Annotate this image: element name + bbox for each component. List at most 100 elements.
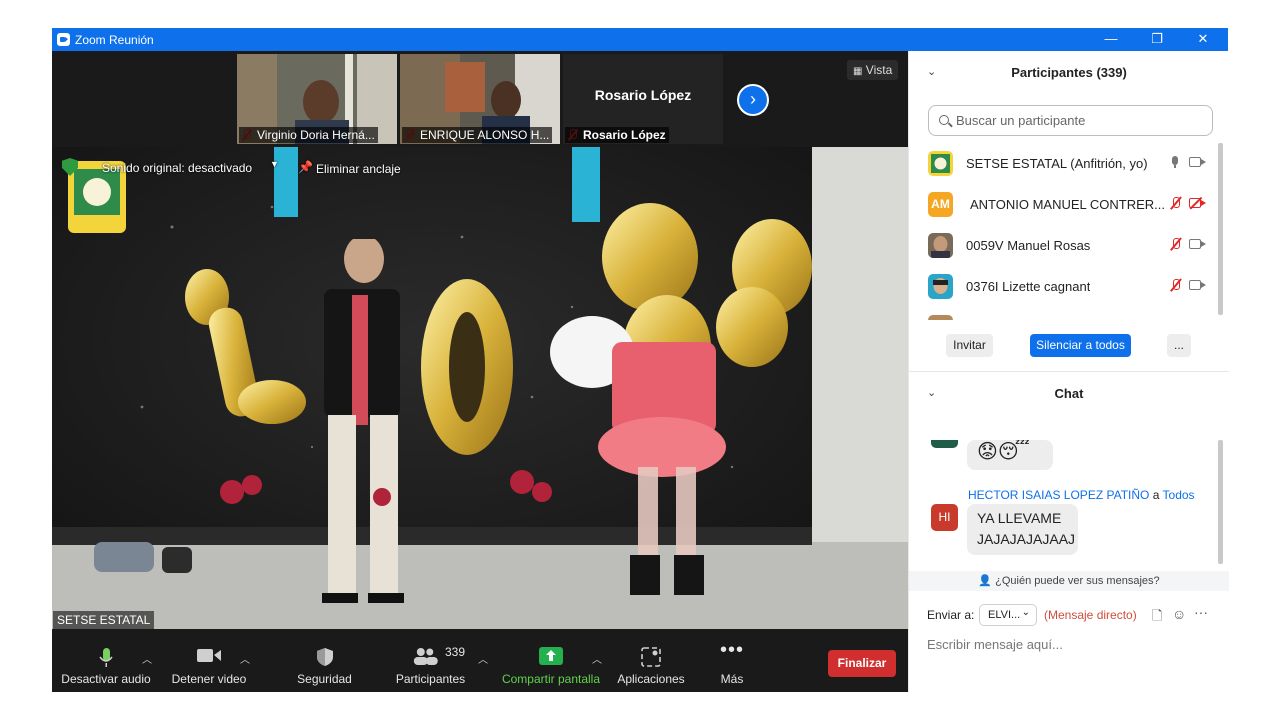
participant-row[interactable]	[909, 307, 1219, 320]
chat-sender-line: HECTOR ISAIAS LOPEZ PATIÑO a Todos	[968, 488, 1195, 502]
person-lock-icon: 👤	[978, 575, 993, 587]
apps-label: Aplicaciones	[617, 672, 685, 686]
muted-mic-icon[interactable]	[1169, 196, 1183, 210]
thumbnail-name-tile[interactable]: Rosario López Rosario López	[563, 54, 723, 144]
share-options-chevron-icon[interactable]: ︿	[592, 651, 602, 666]
more-button[interactable]: ••• Más	[707, 629, 757, 692]
participants-options-chevron-icon[interactable]: ︿	[478, 651, 488, 666]
participants-title: Participantes (339)	[1011, 65, 1127, 80]
participants-icon	[413, 648, 438, 665]
participant-list-scrollbar[interactable]	[1218, 143, 1223, 315]
avatar	[928, 151, 953, 176]
chat-message[interactable]: YA LLEVAME JAJAJAJAJAAJ	[967, 504, 1078, 555]
chat-messages: 😟😴 HECTOR ISAIAS LOPEZ PATIÑO a Todos HI…	[909, 440, 1229, 560]
chat-scrollbar[interactable]	[1218, 440, 1223, 564]
share-screen-button[interactable]: Compartir pantalla	[498, 629, 604, 692]
share-screen-label: Compartir pantalla	[501, 672, 601, 686]
participant-row[interactable]: SETSE ESTATAL (Anfitrión, yo)	[909, 143, 1219, 184]
muted-mic-icon[interactable]	[1169, 237, 1183, 251]
chat-recipient[interactable]: Todos	[1163, 488, 1195, 502]
chat-avatar: HI	[931, 504, 958, 531]
apps-button[interactable]: Aplicaciones	[612, 629, 690, 692]
next-page-arrow-icon[interactable]: ›	[737, 84, 769, 116]
emoji-icon[interactable]: ☺	[1172, 606, 1186, 622]
zoom-window: Zoom Reunión — ❐ ✕ Virginio Doria Herná.…	[52, 28, 1229, 692]
video-area: Virginio Doria Herná... ENRIQUE ALONSO H…	[52, 51, 908, 692]
participant-name: 0376I Lizette cagnant	[966, 279, 1091, 294]
participant-name: ANTONIO MANUEL CONTRER...	[970, 197, 1166, 212]
file-icon[interactable]: 🗋	[1152, 607, 1162, 629]
security-label: Seguridad	[297, 672, 352, 686]
participant-row[interactable]: 0376I Lizette cagnant	[909, 266, 1219, 307]
tile-display-name: Rosario López	[594, 87, 692, 103]
apps-icon	[641, 647, 661, 667]
share-screen-icon	[539, 647, 563, 665]
participant-search-input[interactable]: Buscar un participante	[928, 105, 1213, 136]
participants-header: ⌄ Participantes (339)	[909, 51, 1229, 95]
mute-all-button[interactable]: Silenciar a todos	[1030, 334, 1131, 357]
avatar: AM	[928, 192, 953, 217]
close-button[interactable]: ✕	[1180, 28, 1226, 51]
grid-icon: ▦	[853, 66, 863, 77]
participant-name: SETSE ESTATAL (Anfitrión, yo)	[966, 156, 1148, 171]
security-button[interactable]: Seguridad	[287, 629, 362, 692]
original-sound-status[interactable]: Sonido original: desactivado	[102, 161, 252, 175]
thumbnail-video[interactable]: ENRIQUE ALONSO H...	[400, 54, 560, 144]
chat-input[interactable]: Escribir mensaje aquí...	[927, 637, 1063, 652]
participant-list: SETSE ESTATAL (Anfitrión, yo) AM ANTONIO…	[909, 143, 1229, 320]
chat-sender[interactable]: HECTOR ISAIAS LOPEZ PATIÑO	[968, 488, 1149, 502]
collapse-chevron-icon[interactable]: ⌄	[927, 65, 936, 79]
participants-button[interactable]: 339 Participantes	[388, 629, 473, 692]
video-camera-icon	[197, 649, 221, 662]
message-privacy-link[interactable]: 👤 ¿Quién puede ver sus mensajes?	[909, 571, 1229, 591]
camera-icon[interactable]	[1189, 280, 1206, 290]
mute-audio-button[interactable]: Desactivar audio	[56, 629, 156, 692]
participants-label: Participantes	[395, 672, 466, 686]
invite-button[interactable]: Invitar	[946, 334, 993, 357]
end-meeting-button[interactable]: Finalizar	[828, 650, 896, 677]
video-options-chevron-icon[interactable]: ︿	[240, 651, 250, 666]
muted-mic-icon[interactable]	[1169, 278, 1183, 292]
camera-icon[interactable]	[1189, 157, 1206, 167]
camera-icon[interactable]	[1189, 239, 1206, 249]
title-bar: Zoom Reunión — ❐ ✕	[52, 28, 1228, 51]
thumbnail-video[interactable]: Virginio Doria Herná...	[237, 54, 397, 144]
send-to-label: Enviar a:	[927, 608, 975, 622]
thumbnail-strip: Virginio Doria Herná... ENRIQUE ALONSO H…	[52, 51, 908, 147]
speaker-name: SETSE ESTATAL	[53, 611, 155, 629]
thumbnail-name: ENRIQUE ALONSO H...	[402, 127, 553, 143]
direct-message-label: (Mensaje directo)	[1044, 608, 1137, 622]
meeting-toolbar: Desactivar audio ︿ Detener video ︿ Segur…	[52, 629, 908, 692]
participants-count: 339	[445, 645, 466, 659]
microphone-icon[interactable]	[1171, 156, 1179, 168]
more-options-button[interactable]: ...	[1167, 334, 1191, 357]
view-label: Vista	[865, 63, 893, 77]
camera-off-icon[interactable]	[1189, 198, 1206, 208]
chat-header: ⌄ Chat	[909, 372, 1229, 416]
thumbnail-name: Virginio Doria Herná...	[239, 127, 378, 143]
emoji-message: 😟😴	[967, 440, 1053, 470]
participant-row[interactable]: 0059V Manuel Rosas	[909, 225, 1219, 266]
microphone-icon	[99, 648, 113, 667]
collapse-chevron-icon[interactable]: ⌄	[927, 386, 936, 400]
restore-button[interactable]: ❐	[1134, 28, 1180, 51]
more-dots-icon: •••	[719, 639, 745, 661]
recipient-select[interactable]: ELVI... ⌄	[979, 604, 1037, 626]
avatar	[928, 315, 953, 320]
chevron-down-icon[interactable]: ▼	[270, 159, 279, 169]
minimize-button[interactable]: —	[1088, 28, 1134, 51]
search-placeholder: Buscar un participante	[956, 113, 1086, 128]
shield-icon	[316, 648, 333, 666]
participant-row[interactable]: AM ANTONIO MANUEL CONTRER...	[909, 184, 1219, 225]
more-label: Más	[720, 672, 744, 686]
pin-icon: 📌	[298, 160, 313, 174]
audio-options-chevron-icon[interactable]: ︿	[142, 651, 152, 666]
avatar	[928, 274, 953, 299]
window-title: Zoom Reunión	[75, 33, 154, 47]
unpin-button[interactable]: Eliminar anclaje	[316, 162, 401, 176]
view-button[interactable]: ▦ Vista	[847, 60, 899, 80]
main-video[interactable]: Sonido original: desactivado ▼ 📌 Elimina…	[52, 147, 908, 629]
side-panel: ⌄ Participantes (339) Buscar un particip…	[908, 51, 1229, 692]
more-dots-icon[interactable]: ···	[1194, 604, 1208, 620]
stop-video-label: Detener video	[171, 672, 247, 686]
